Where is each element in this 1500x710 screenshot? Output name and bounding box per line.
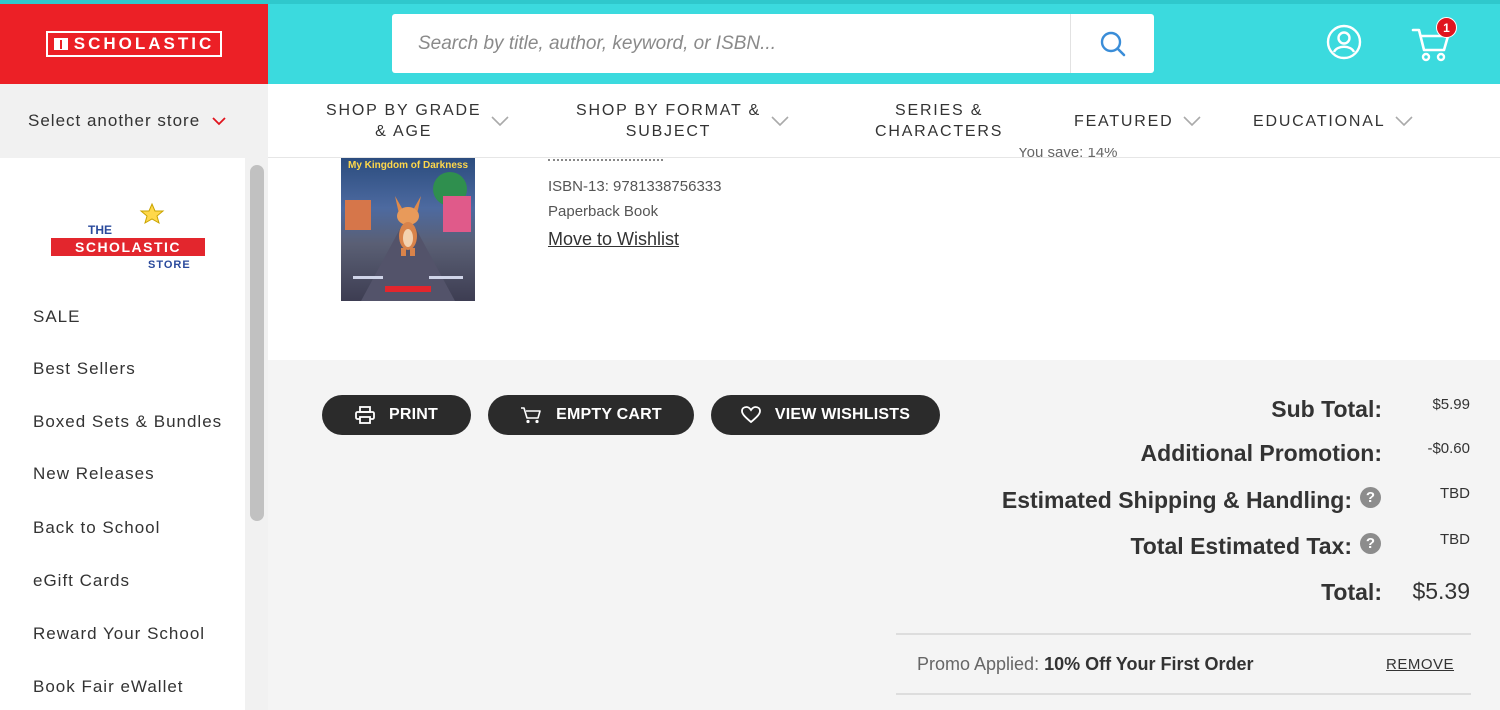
- sidebar-item-egift-cards[interactable]: eGift Cards: [33, 571, 130, 591]
- nav-label-line1: SERIES &: [895, 102, 984, 119]
- chevron-down-icon: [771, 116, 789, 126]
- store-select-dropdown[interactable]: Select another store: [0, 84, 268, 158]
- cover-title: My Kingdom of Darkness: [347, 160, 469, 171]
- title-underline: [548, 159, 663, 161]
- view-wishlists-button[interactable]: VIEW WISHLISTS: [711, 395, 940, 435]
- brand-name: SCHOLASTIC: [73, 34, 215, 53]
- cart-count-badge: 1: [1436, 17, 1457, 38]
- brand-logo-box: SCHOLASTIC: [45, 31, 223, 57]
- heart-icon: [740, 406, 761, 424]
- nav-label: FEATURED: [1074, 112, 1174, 130]
- view-wishlists-label: VIEW WISHLISTS: [774, 406, 911, 423]
- shipping-value: TBD: [1440, 485, 1470, 502]
- tax-value: TBD: [1440, 531, 1470, 548]
- nav-educational[interactable]: EDUCATIONAL: [1253, 84, 1413, 158]
- sidebar-item-new-releases[interactable]: New Releases: [33, 464, 155, 484]
- account-icon[interactable]: [1326, 24, 1362, 60]
- search-bar: [392, 14, 1154, 73]
- search-input[interactable]: [392, 14, 1070, 73]
- cover-house-left: [345, 200, 371, 230]
- nav-label-line2: CHARACTERS: [875, 123, 1004, 140]
- nav-shop-by-format[interactable]: SHOP BY FORMAT & SUBJECT: [576, 84, 789, 158]
- print-button[interactable]: PRINT: [322, 395, 471, 435]
- nav-label: SHOP BY GRADE & AGE: [326, 100, 481, 142]
- nav-label: SERIES & CHARACTERS: [875, 100, 1003, 142]
- print-label: PRINT: [389, 406, 438, 423]
- cart-icon: [521, 407, 541, 424]
- sidebar-item-best-sellers[interactable]: Best Sellers: [33, 359, 136, 379]
- sidebar-item-reward-your-school[interactable]: Reward Your School: [33, 624, 205, 644]
- empty-cart-button[interactable]: EMPTY CART: [488, 395, 694, 435]
- total-label: Total:: [1321, 579, 1382, 605]
- scholastic-store-logo[interactable]: THE SCHOLASTIC STORE: [50, 200, 210, 272]
- promo-prefix: Promo Applied:: [917, 654, 1040, 674]
- nav-label: EDUCATIONAL: [1253, 112, 1386, 130]
- main-nav: Select another store SHOP BY GRADE & AGE…: [0, 84, 1500, 158]
- tax-label: Total Estimated Tax:: [1130, 533, 1352, 559]
- chevron-down-icon: [1395, 116, 1413, 126]
- nav-label: SHOP BY FORMAT & SUBJECT: [576, 100, 761, 142]
- sidebar: THE SCHOLASTIC STORE SALE Best Sellers B…: [0, 158, 245, 710]
- product-format: Paperback Book: [548, 203, 659, 220]
- nav-featured[interactable]: FEATURED: [1074, 84, 1202, 158]
- chevron-down-icon: [212, 116, 226, 125]
- promo-name: 10% Off Your First Order: [1044, 654, 1254, 674]
- search-icon: [1100, 31, 1125, 56]
- nav-series-characters[interactable]: SERIES & CHARACTERS: [875, 84, 1003, 158]
- scholastic-logo[interactable]: SCHOLASTIC: [0, 4, 268, 84]
- sidebar-scrollbar-thumb[interactable]: [250, 165, 264, 521]
- product-isbn: ISBN-13: 9781338756333: [548, 178, 722, 195]
- search-button[interactable]: [1070, 14, 1154, 73]
- sidebar-item-back-to-school[interactable]: Back to School: [33, 518, 160, 538]
- nav-label-line2: & AGE: [375, 123, 433, 140]
- nav-label-line1: SHOP BY GRADE: [326, 102, 482, 119]
- top-header: SCHOLASTIC 1: [0, 0, 1500, 84]
- cover-publisher-logo: [385, 286, 431, 292]
- sidebar-item-sale[interactable]: SALE: [33, 307, 80, 327]
- subtotal-label: Sub Total:: [1271, 396, 1382, 422]
- empty-cart-label: EMPTY CART: [556, 406, 662, 423]
- shipping-label: Estimated Shipping & Handling:: [1001, 487, 1352, 513]
- subtotal-value: $5.99: [1432, 396, 1470, 413]
- promo-remove-link[interactable]: REMOVE: [1386, 656, 1454, 673]
- book-cover-image[interactable]: My Kingdom of Darkness: [341, 158, 475, 301]
- tax-help-icon[interactable]: ?: [1360, 533, 1381, 554]
- promo-applied-text: Promo Applied: 10% Off Your First Order: [917, 654, 1253, 675]
- open-book-icon: [53, 38, 68, 50]
- store-logo-the: THE: [88, 223, 112, 237]
- cover-house-right: [443, 196, 471, 232]
- sidebar-item-book-fair-ewallet[interactable]: Book Fair eWallet: [33, 677, 184, 697]
- shipping-help-icon[interactable]: ?: [1360, 487, 1381, 508]
- chevron-down-icon: [1183, 116, 1202, 126]
- store-logo-store: STORE: [148, 259, 191, 271]
- store-select-label: Select another store: [28, 111, 201, 130]
- nav-label-line1: SHOP BY FORMAT &: [576, 102, 761, 119]
- total-value: $5.39: [1412, 578, 1470, 604]
- promotion-label: Additional Promotion:: [1140, 440, 1382, 466]
- printer-icon: [355, 406, 375, 424]
- cover-credits: [353, 276, 463, 279]
- you-save-text: You save: 14%: [1018, 148, 1118, 158]
- nav-shop-by-grade[interactable]: SHOP BY GRADE & AGE: [326, 84, 509, 158]
- chevron-down-icon: [491, 116, 509, 126]
- sidebar-item-boxed-sets[interactable]: Boxed Sets & Bundles: [33, 412, 222, 432]
- store-logo-name: SCHOLASTIC: [75, 239, 181, 255]
- promotion-value: -$0.60: [1427, 440, 1470, 457]
- cover-fox-illustration: [395, 196, 421, 256]
- move-to-wishlist-link[interactable]: Move to Wishlist: [548, 229, 679, 250]
- nav-label-line2: SUBJECT: [625, 123, 712, 140]
